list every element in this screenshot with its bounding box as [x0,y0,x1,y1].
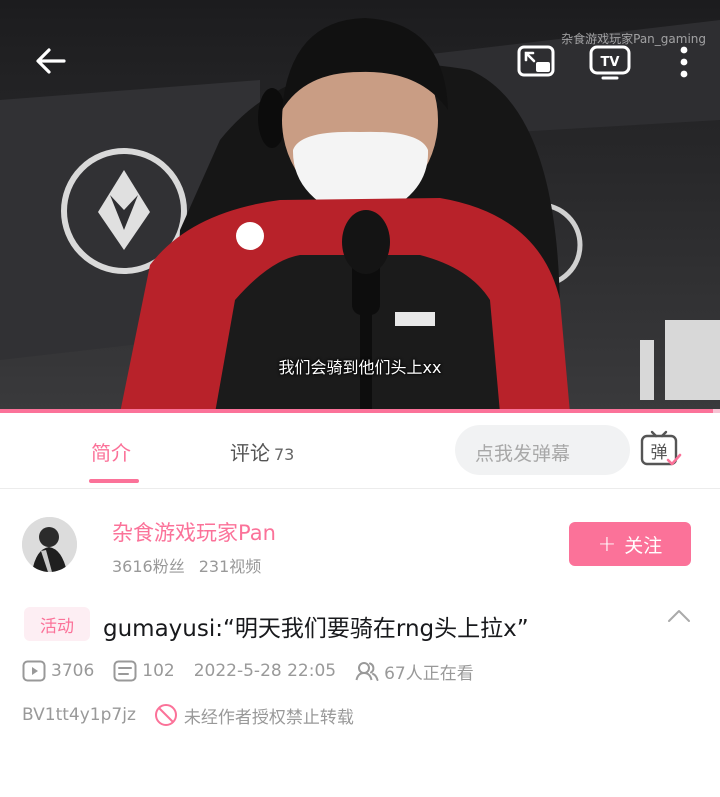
danmaku-input[interactable]: 点我发弹幕 [455,425,630,475]
more-options-button[interactable] [660,38,708,86]
no-repost-icon [154,703,178,727]
play-count-value: 3706 [51,661,95,681]
danmaku-toggle-button[interactable]: 弹 [636,426,684,474]
copyright-notice: 未经作者授权禁止转载 [183,707,354,728]
plus-icon: + [597,531,617,557]
tab-comments-label: 评论 [230,441,270,465]
play-count: 3706 [22,660,94,682]
watching-count-value: 67人正在看 [384,663,474,684]
people-icon [355,660,379,682]
video-meta: 3706 102 2022-5-28 22:05 67人正在看 [22,658,493,684]
video-count: 231视频 [198,557,262,576]
tab-comments[interactable]: 评论 73 [230,437,294,466]
avatar-image [22,517,77,572]
danmaku-icon [113,660,137,682]
play-icon [22,660,46,682]
follower-count: 3616粉丝 [112,557,185,576]
danmaku-toggle-char: 弹 [651,443,668,463]
tv-cast-button[interactable]: TV [586,38,634,86]
tab-intro-label: 简介 [91,441,131,465]
comments-count: 73 [274,445,295,464]
danmaku-count-value: 102 [142,661,175,681]
video-subtitle: 我们会骑到他们头上xx [278,358,442,377]
tab-bar: 简介 评论 73 点我发弹幕 弹 [0,413,720,489]
watching-count: 67人正在看 [355,659,474,684]
danmaku-count: 102 [113,660,175,682]
avatar[interactable] [22,517,77,572]
activity-tag[interactable]: 活动 [24,607,90,641]
tab-intro[interactable]: 简介 [91,437,131,466]
svg-text:TV: TV [601,55,620,70]
back-button[interactable] [27,37,75,85]
danmaku-placeholder: 点我发弹幕 [475,443,571,465]
chevron-up-icon [668,610,690,622]
back-arrow-icon [36,48,66,74]
video-title: gumayusi:“明天我们要骑在rng头上拉x” [103,616,529,642]
collapse-button[interactable] [667,608,691,624]
picture-in-picture-icon [517,45,555,77]
uploader-name[interactable]: 杂食游戏玩家Pan [112,517,276,547]
more-vertical-icon [680,46,688,78]
tab-active-indicator [89,479,139,483]
follow-label: 关注 [624,534,663,557]
follow-button[interactable]: + 关注 [569,522,691,566]
video-player[interactable]: 杂食游戏玩家Pan_gaming TV 我们会骑到他们头上xx [0,0,720,413]
danmaku-toggle-icon: 弹 [640,430,682,466]
bvid[interactable]: BV1tt4y1p7jz [22,705,136,725]
picture-in-picture-button[interactable] [512,38,560,86]
uploader-stats: 3616粉丝 231视频 [112,553,261,577]
publish-date: 2022-5-28 22:05 [193,661,337,681]
tv-cast-icon: TV [589,45,631,80]
video-meta-secondary: BV1tt4y1p7jz 未经作者授权禁止转载 [22,702,354,728]
